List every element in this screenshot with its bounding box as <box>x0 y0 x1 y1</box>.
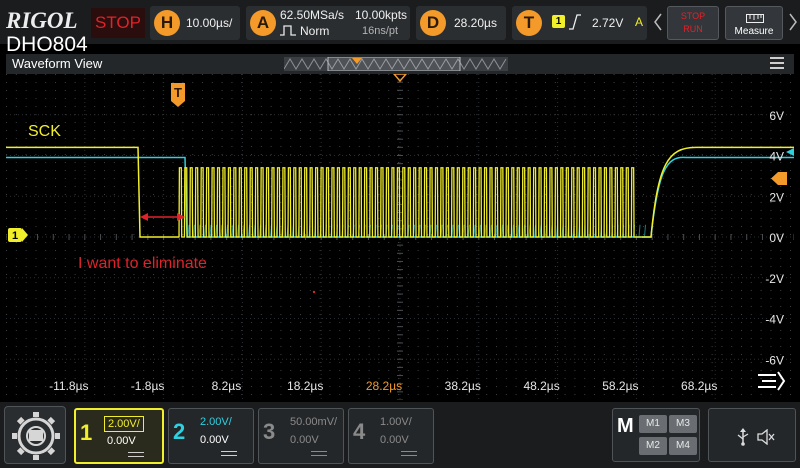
channel-2-box[interactable]: 2 2.00V/ 0.00V <box>168 408 254 464</box>
annotation-note: I want to eliminate <box>78 255 207 272</box>
channel-3-scale: 50.00mV/ <box>290 416 338 428</box>
ch1-offset-marker-label: 1 <box>12 230 18 242</box>
trigger-time-marker-label: T <box>174 85 182 100</box>
y-axis-label: 6V <box>769 109 784 123</box>
math-m4-button[interactable]: M4 <box>669 437 697 455</box>
rising-edge-icon <box>569 14 581 30</box>
usb-icon[interactable] <box>737 428 749 446</box>
y-axis-label: 0V <box>769 231 784 245</box>
sample-interval: 16ns/pt <box>362 25 399 37</box>
memory-position-bar[interactable] <box>284 57 508 71</box>
y-axis-label: -2V <box>765 272 784 286</box>
channel-3-number: 3 <box>263 419 276 444</box>
channel-4-number: 4 <box>353 419 366 444</box>
stop-run-label-2: RUN <box>683 24 703 34</box>
y-axis-label: -4V <box>765 313 784 327</box>
ruler-icon <box>746 14 764 23</box>
x-axis-label: 8.2µs <box>212 379 242 393</box>
memory-depth: 10.00kpts <box>355 8 408 22</box>
run-status-indicator[interactable]: STOP <box>91 8 145 38</box>
x-axis-label: 68.2µs <box>681 379 717 393</box>
x-axis-label: 28.2µs <box>366 379 402 393</box>
y-axis-label: 4V <box>769 150 784 164</box>
channel-1-offset: 0.00V <box>107 435 136 447</box>
acquire-mode-icon <box>280 25 296 36</box>
measure-button[interactable]: Measure <box>725 6 783 40</box>
sample-rate: 62.50MSa/s <box>280 8 345 22</box>
signal-label-sck: SCK <box>28 123 61 140</box>
x-axis-label: 38.2µs <box>445 379 481 393</box>
system-status-box <box>708 408 796 462</box>
math-m3-button[interactable]: M3 <box>669 415 697 433</box>
hamburger-menu-icon[interactable] <box>770 57 784 69</box>
math-m1-button[interactable]: M1 <box>639 415 667 433</box>
channel-4-coupling-icon <box>401 451 417 456</box>
channel-4-box[interactable]: 4 1.00V/ 0.00V <box>348 408 434 464</box>
delay-value: 28.20µs <box>454 16 497 30</box>
trigger-coupling: A <box>634 15 643 29</box>
brand-logo: RIGOL <box>6 8 78 33</box>
y-axis-label: -6V <box>765 353 784 367</box>
waveform-view-header: Waveform View <box>6 54 794 74</box>
x-axis-label: 18.2µs <box>287 379 323 393</box>
bottom-channel-bar: 1 2.00V/ 0.00V 2 2.00V/ 0.00V 3 50.00mV/… <box>0 402 800 468</box>
horizontal-block[interactable]: H 10.00µs/ <box>150 6 240 40</box>
trigger-source-chip: 1 <box>552 15 565 28</box>
top-status-bar: RIGOL STOP H 10.00µs/ A 62.50MSa/s Norm … <box>0 0 800 44</box>
math-box[interactable]: M M1 M3 M2 M4 <box>612 408 700 462</box>
channel-3-coupling-icon <box>311 451 327 456</box>
y-axis-label: 2V <box>769 190 784 204</box>
stop-run-label-1: STOP <box>680 11 706 21</box>
channel-1-box[interactable]: 1 2.00V/ 0.00V <box>74 408 164 464</box>
channel-2-offset: 0.00V <box>200 434 229 446</box>
channel-1-coupling-icon <box>128 452 144 457</box>
speaker-muted-icon[interactable] <box>757 429 775 445</box>
trigger-level: 2.72V <box>592 16 624 30</box>
trigger-block[interactable]: T 1 2.72V A <box>512 6 647 40</box>
channel-4-scale: 1.00V/ <box>380 416 412 428</box>
math-m2-button[interactable]: M2 <box>639 437 667 455</box>
x-axis-label: -11.8µs <box>49 379 88 393</box>
horizontal-badge: H <box>154 10 180 36</box>
x-axis-labels: -11.8µs -1.8µs 8.2µs 18.2µs 28.2µs 38.2µs 48.2… <box>49 379 717 393</box>
expand-arrow-icon[interactable] <box>789 12 797 32</box>
channel-2-coupling-icon <box>221 451 237 456</box>
channel-4-offset: 0.00V <box>380 434 409 446</box>
channel-2-scale: 2.00V/ <box>200 416 232 428</box>
timebase-value: 10.00µs/ <box>186 16 233 30</box>
channel-1-number: 1 <box>80 420 93 445</box>
channel-3-offset: 0.00V <box>290 434 319 446</box>
x-axis-label: 48.2µs <box>523 379 559 393</box>
model-name: DHO804 <box>6 33 88 56</box>
x-axis-label: -1.8µs <box>131 379 165 393</box>
stop-run-button[interactable]: STOP RUN <box>667 6 719 40</box>
acquire-mode: Norm <box>300 24 330 38</box>
delay-block[interactable]: D 28.20µs <box>416 6 506 40</box>
trigger-badge: T <box>516 10 542 36</box>
waveform-view-title: Waveform View <box>12 56 103 71</box>
channel-3-box[interactable]: 3 50.00mV/ 0.00V <box>258 408 344 464</box>
settings-button[interactable] <box>4 406 66 464</box>
collapse-arrow-icon[interactable] <box>654 12 662 32</box>
waveform-display[interactable]: T SCK I want to eliminate 1 6V 4V 2V 0V -2V -… <box>6 74 794 400</box>
delay-badge: D <box>420 10 446 36</box>
x-axis-label: 58.2µs <box>602 379 638 393</box>
acquire-block[interactable]: A 62.50MSa/s Norm 10.00kpts 16ns/pt <box>246 6 410 40</box>
acquire-badge: A <box>250 10 276 36</box>
stray-dot <box>312 290 316 294</box>
math-label: M <box>617 415 634 437</box>
settings-gear-icon <box>12 412 60 460</box>
channel-1-scale: 2.00V/ <box>104 416 144 432</box>
measure-label: Measure <box>734 26 774 37</box>
channel-2-number: 2 <box>173 419 186 444</box>
